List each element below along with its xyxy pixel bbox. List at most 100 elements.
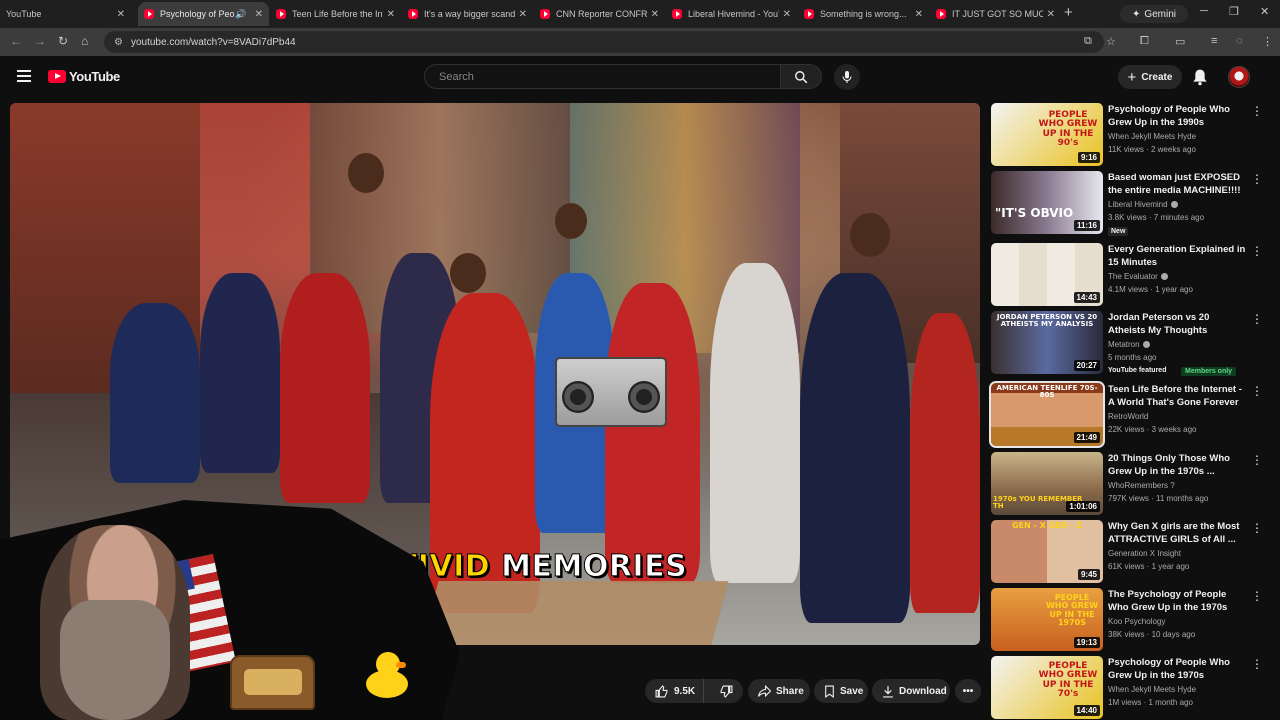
video-title[interactable]: Based woman just EXPOSED the entire medi… — [1108, 171, 1248, 197]
media-control-icon[interactable]: ≡ — [1211, 35, 1217, 47]
video-title[interactable]: The Psychology of People Who Grew Up in … — [1108, 588, 1248, 614]
search-icon — [795, 70, 808, 83]
site-info-icon[interactable]: ⚙ — [114, 37, 123, 48]
browser-tab[interactable]: CNN Reporter CONFRONTED ✕ — [534, 2, 665, 26]
recommendation-item[interactable]: PEOPLE WHO GREW UP IN THE 1970S 19:13 Th… — [991, 588, 1266, 652]
browser-menu-icon[interactable]: ⋮ — [1262, 35, 1273, 48]
video-title[interactable]: Teen Life Before the Internet - A World … — [1108, 383, 1248, 409]
video-thumbnail[interactable]: PEOPLE WHO GREW UP IN THE 90's 9:16 — [991, 103, 1103, 166]
url-field[interactable]: ⚙ youtube.com/watch?v=8VADi7dPb44 — [104, 31, 1104, 53]
more-actions-button[interactable]: ••• — [955, 679, 981, 703]
channel-name[interactable]: RetroWorld — [1108, 412, 1148, 421]
close-tab-icon[interactable]: ✕ — [1047, 9, 1055, 20]
extensions-icon[interactable]: ⧠ — [1140, 35, 1149, 48]
channel-name[interactable]: When Jekyll Meets Hyde — [1108, 132, 1196, 141]
close-tab-icon[interactable]: ✕ — [387, 9, 395, 20]
video-meta: 61K views · 1 year ago — [1108, 562, 1190, 571]
recommendation-item[interactable]: 14:43 Every Generation Explained in 15 M… — [991, 243, 1266, 307]
more-vertical-icon[interactable]: ⋮ — [1251, 313, 1263, 325]
recommendation-item[interactable]: PEOPLE WHO GREW UP IN THE 70's 14:40 Psy… — [991, 656, 1266, 720]
more-vertical-icon[interactable]: ⋮ — [1251, 385, 1263, 397]
video-thumbnail[interactable]: GEN - X GEN - Z 9:45 — [991, 520, 1103, 583]
channel-name[interactable]: Metatron — [1108, 340, 1150, 349]
video-meta: 3.8K views · 7 minutes ago — [1108, 213, 1205, 222]
recommendation-item[interactable]: JORDAN PETERSON VS 20 ATHEISTS MY ANALYS… — [991, 311, 1266, 376]
download-button[interactable]: Download — [872, 679, 950, 703]
channel-name[interactable]: Generation X Insight — [1108, 549, 1181, 558]
video-thumbnail[interactable]: PEOPLE WHO GREW UP IN THE 1970S 19:13 — [991, 588, 1103, 651]
notifications-bell-icon[interactable] — [1192, 68, 1208, 86]
recommendation-item[interactable]: 1970s YOU REMEMBER TH 1:01:06 20 Things … — [991, 452, 1266, 516]
video-title[interactable]: Psychology of People Who Grew Up in the … — [1108, 656, 1248, 682]
browser-tab[interactable]: It's a way bigger scandal ✕ — [402, 2, 533, 26]
video-thumbnail[interactable]: PEOPLE WHO GREW UP IN THE 70's 14:40 — [991, 656, 1103, 719]
like-button[interactable]: 9.5K — [645, 679, 705, 703]
sidebar-icon[interactable]: ▭ — [1175, 35, 1185, 48]
video-thumbnail[interactable]: JORDAN PETERSON VS 20 ATHEISTS MY ANALYS… — [991, 311, 1103, 374]
video-title[interactable]: Psychology of People Who Grew Up in the … — [1108, 103, 1248, 129]
install-app-icon[interactable]: ⧉ — [1084, 35, 1092, 48]
kid-figure — [800, 273, 910, 623]
browser-tab[interactable]: IT JUST GOT SO MUCH ✕ — [930, 2, 1061, 26]
new-tab-icon[interactable]: + — [1064, 4, 1073, 21]
save-button[interactable]: Save — [814, 679, 868, 703]
channel-name[interactable]: Liberal Hivemind — [1108, 200, 1178, 209]
home-icon[interactable]: ⌂ — [81, 34, 88, 48]
close-tab-icon[interactable]: ✕ — [117, 9, 125, 20]
video-actions: 9.5K Share Save Download ••• — [0, 679, 1000, 703]
video-thumbnail[interactable]: 1970s YOU REMEMBER TH 1:01:06 — [991, 452, 1103, 515]
channel-name[interactable]: When Jekyll Meets Hyde — [1108, 685, 1196, 694]
close-tab-icon[interactable]: ✕ — [255, 9, 263, 20]
browser-tab[interactable]: Liberal Hivemind - YouTube ✕ — [666, 2, 797, 26]
video-thumbnail[interactable]: "IT'S OBVIO 11:16 — [991, 171, 1103, 234]
close-tab-icon[interactable]: ✕ — [783, 9, 791, 20]
more-vertical-icon[interactable]: ⋮ — [1251, 590, 1263, 602]
speaker-icon[interactable]: 🔊 — [235, 9, 246, 20]
video-title[interactable]: Every Generation Explained in 15 Minutes — [1108, 243, 1248, 269]
youtube-logo[interactable]: YouTube — [48, 69, 120, 84]
recommendation-item[interactable]: PEOPLE WHO GREW UP IN THE 90's 9:16 Psyc… — [991, 103, 1266, 167]
more-vertical-icon[interactable]: ⋮ — [1251, 105, 1263, 117]
search-button[interactable] — [781, 64, 822, 89]
account-avatar[interactable] — [1228, 66, 1250, 88]
browser-tab[interactable]: Something is wrong... ✕ — [798, 2, 929, 26]
close-tab-icon[interactable]: ✕ — [651, 9, 659, 20]
browser-tab-active[interactable]: Psychology of People Who Grew Up 🔊 ✕ — [138, 2, 269, 26]
dislike-button[interactable] — [709, 679, 743, 703]
voice-search-button[interactable] — [834, 64, 860, 90]
more-vertical-icon[interactable]: ⋮ — [1251, 245, 1263, 257]
minimize-icon[interactable]: ─ — [1200, 5, 1208, 17]
more-vertical-icon[interactable]: ⋮ — [1251, 658, 1263, 670]
recommendation-item[interactable]: GEN - X GEN - Z 9:45 Why Gen X girls are… — [991, 520, 1266, 584]
forward-icon[interactable]: → — [34, 34, 46, 48]
reload-icon[interactable]: ↻ — [58, 34, 68, 48]
video-title[interactable]: 20 Things Only Those Who Grew Up in the … — [1108, 452, 1248, 478]
close-window-icon[interactable]: ✕ — [1260, 5, 1269, 18]
menu-hamburger-icon[interactable] — [17, 70, 31, 82]
channel-name[interactable]: The Evaluator — [1108, 272, 1168, 281]
video-thumbnail[interactable]: 14:43 — [991, 243, 1103, 306]
close-tab-icon[interactable]: ✕ — [915, 9, 923, 20]
gemini-button[interactable]: ✦ Gemini — [1120, 5, 1188, 23]
recommendation-item[interactable]: "IT'S OBVIO 11:16 Based woman just EXPOS… — [991, 171, 1266, 236]
bookmark-star-icon[interactable]: ☆ — [1106, 35, 1116, 48]
channel-name[interactable]: Koo Psychology — [1108, 617, 1165, 626]
browser-tab[interactable]: YouTube ✕ — [0, 2, 131, 26]
close-tab-icon[interactable]: ✕ — [519, 9, 527, 20]
tab-title: YouTube — [6, 9, 42, 19]
channel-name[interactable]: WhoRemembers ? — [1108, 481, 1175, 490]
more-vertical-icon[interactable]: ⋮ — [1251, 522, 1263, 534]
video-thumbnail[interactable]: AMERICAN TEENLIFE 70S-80S 21:49 — [989, 381, 1105, 448]
video-title[interactable]: Jordan Peterson vs 20 Atheists My Though… — [1108, 311, 1248, 337]
more-vertical-icon[interactable]: ⋮ — [1251, 173, 1263, 185]
video-title[interactable]: Why Gen X girls are the Most ATTRACTIVE … — [1108, 520, 1248, 546]
search-input[interactable]: Search — [424, 64, 781, 89]
share-button[interactable]: Share — [748, 679, 810, 703]
create-button[interactable]: + Create — [1118, 65, 1182, 89]
browser-tab[interactable]: Teen Life Before the Internet ✕ — [270, 2, 401, 26]
recommendation-item-current[interactable]: AMERICAN TEENLIFE 70S-80S 21:49 Teen Lif… — [989, 381, 1266, 448]
restore-icon[interactable]: ❐ — [1229, 5, 1239, 18]
profile-icon[interactable]: ◌ — [1236, 35, 1243, 47]
more-vertical-icon[interactable]: ⋮ — [1251, 454, 1263, 466]
back-icon[interactable]: ← — [10, 34, 22, 48]
